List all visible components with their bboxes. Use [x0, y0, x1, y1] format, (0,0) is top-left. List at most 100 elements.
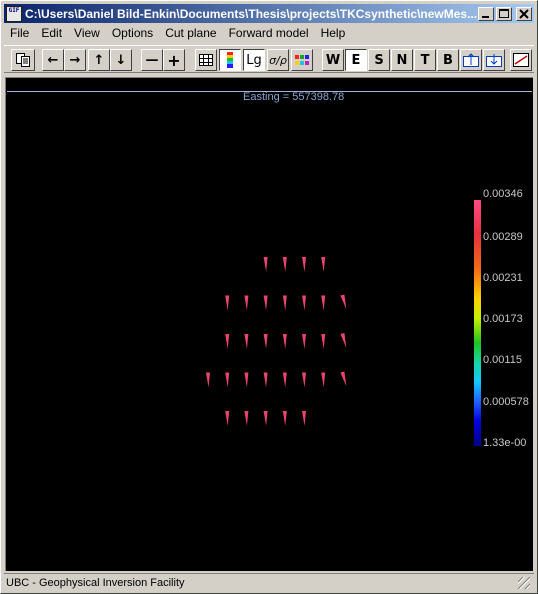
t-label: T — [420, 52, 430, 68]
vector-arrow — [302, 295, 306, 311]
menu-cut-plane[interactable]: Cut plane — [159, 24, 222, 42]
vector-arrow — [302, 411, 306, 426]
colorbar-label: 0.000578 — [483, 396, 529, 408]
w-label: W — [325, 52, 341, 68]
vector-arrow — [263, 411, 268, 426]
close-button[interactable] — [516, 6, 532, 21]
vector-arrow — [302, 334, 306, 349]
gif-app-icon: GIF — [6, 5, 22, 22]
copy-button[interactable] — [11, 49, 35, 71]
window-title: C:\Users\Daniel Bild-Enkin\Documents\The… — [25, 6, 478, 21]
left-arrow-icon: ← — [47, 52, 59, 68]
vector-field — [206, 257, 347, 426]
vector-arrow — [340, 333, 347, 348]
sigma-rho-button[interactable]: σ∕ρ — [267, 49, 289, 71]
view-north-button[interactable]: N — [391, 49, 413, 71]
view-top-button[interactable]: T — [414, 49, 436, 71]
palette-button[interactable] — [291, 49, 313, 71]
grid-button[interactable] — [195, 49, 217, 71]
menu-file[interactable]: File — [4, 24, 35, 42]
menu-view[interactable]: View — [68, 24, 106, 42]
lg-label: Lg — [246, 52, 262, 68]
vector-arrow — [244, 372, 249, 388]
minimize-icon — [482, 15, 489, 18]
menu-options[interactable]: Options — [106, 24, 159, 42]
import-icon — [486, 54, 502, 67]
import-button[interactable] — [483, 49, 505, 71]
status-text: UBC - Geophysical Inversion Facility — [6, 577, 185, 589]
vector-arrow — [225, 372, 230, 388]
minimize-button[interactable] — [478, 6, 494, 21]
vector-arrow — [225, 411, 230, 426]
vector-arrow — [321, 257, 326, 272]
vector-arrow — [263, 257, 268, 272]
view-south-button[interactable]: S — [368, 49, 390, 71]
title-bar[interactable]: GIF C:\Users\Daniel Bild-Enkin\Documents… — [4, 4, 534, 23]
colorbar-label: 0.00346 — [483, 188, 523, 200]
vector-arrow — [321, 334, 326, 349]
palette-icon — [295, 55, 309, 65]
vector-arrow — [340, 371, 347, 387]
vector-arrow — [302, 257, 306, 272]
colorbar-label: 0.00231 — [483, 272, 523, 284]
vector-arrow — [282, 295, 287, 311]
menu-help[interactable]: Help — [315, 24, 352, 42]
vector-arrow — [244, 334, 249, 349]
toolbar: ← → ↑ ↓ — + Lg σ∕ρ W E S N T B — [4, 45, 534, 73]
sigma-rho-label: σ∕ρ — [269, 53, 287, 67]
colorbar-label: 0.00289 — [483, 231, 523, 243]
colorscale-toggle[interactable] — [219, 49, 241, 71]
vector-arrow — [321, 372, 326, 388]
colorbar-label: 0.00173 — [483, 313, 523, 325]
plot-icon — [513, 53, 529, 67]
grid-icon — [199, 54, 213, 66]
resize-grip-icon[interactable] — [518, 577, 530, 589]
zoom-out-button[interactable]: — — [141, 49, 163, 71]
s-label: S — [374, 52, 384, 68]
vector-arrow — [263, 372, 268, 388]
colorbar — [474, 200, 481, 446]
log-scale-toggle[interactable]: Lg — [243, 49, 265, 71]
plot-button[interactable] — [510, 49, 532, 71]
pan-left-button[interactable]: ← — [42, 49, 64, 71]
view-east-button[interactable]: E — [345, 49, 367, 71]
e-label: E — [351, 52, 361, 68]
vector-arrow — [340, 294, 347, 310]
menu-edit[interactable]: Edit — [35, 24, 68, 42]
vector-arrow — [263, 334, 268, 349]
vector-arrow — [206, 372, 210, 388]
pan-down-button[interactable]: ↓ — [110, 49, 132, 71]
export-icon — [463, 53, 479, 67]
zoom-in-button[interactable]: + — [163, 49, 185, 71]
app-window: GIF C:\Users\Daniel Bild-Enkin\Documents… — [0, 0, 538, 594]
plus-icon: + — [167, 50, 181, 70]
view-bottom-button[interactable]: B — [437, 49, 459, 71]
pan-up-button[interactable]: ↑ — [88, 49, 110, 71]
vector-arrow — [282, 372, 287, 388]
view-west-button[interactable]: W — [322, 49, 344, 71]
vector-arrow — [225, 334, 230, 349]
down-arrow-icon: ↓ — [115, 52, 127, 68]
export-button[interactable] — [460, 49, 482, 71]
b-label: B — [443, 52, 453, 68]
vector-arrow — [244, 411, 249, 426]
vector-arrow — [244, 295, 249, 311]
n-label: N — [396, 52, 408, 68]
vector-arrow — [321, 295, 326, 311]
up-arrow-icon: ↑ — [93, 52, 105, 68]
vector-arrow — [225, 295, 230, 311]
maximize-icon — [499, 8, 509, 18]
vector-arrow — [302, 372, 306, 388]
colorbar-label: 0.00115 — [483, 354, 522, 366]
right-arrow-icon: → — [69, 52, 81, 68]
colorscale-icon — [227, 52, 233, 68]
maximize-button[interactable] — [496, 6, 512, 21]
pan-right-button[interactable]: → — [64, 49, 86, 71]
status-bar: UBC - Geophysical Inversion Facility — [4, 573, 534, 592]
menu-forward-model[interactable]: Forward model — [223, 24, 315, 42]
menu-bar: File Edit View Options Cut plane Forward… — [4, 24, 351, 42]
vector-arrow — [282, 411, 287, 426]
close-icon — [519, 8, 529, 19]
model-viewport[interactable]: Easting = 557398.78 0.00346 0.00289 0.00… — [5, 77, 533, 571]
vector-arrow — [282, 257, 287, 272]
